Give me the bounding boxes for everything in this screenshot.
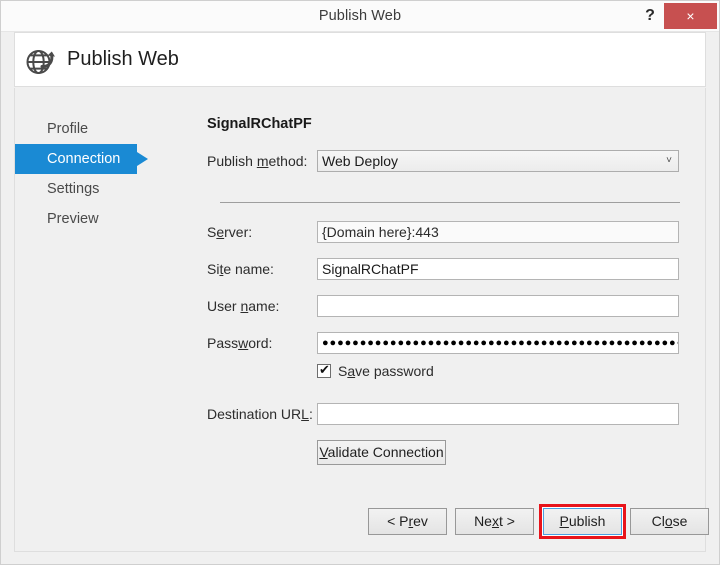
section-divider — [220, 202, 680, 203]
checkbox-box: ✔ — [317, 362, 331, 378]
dialog-footer: < Prev Next > Publish Close — [15, 504, 709, 539]
connection-form: SignalRChatPF Publish method: Web Deploy… — [207, 88, 707, 552]
server-label: Server: — [207, 221, 252, 243]
header-title: Publish Web — [67, 48, 179, 70]
label-part: t > — [498, 513, 515, 529]
user-name-label: User name: — [207, 295, 279, 317]
globe-publish-icon — [23, 43, 59, 79]
project-name-heading: SignalRChatPF — [207, 116, 312, 132]
wizard-sidebar: Profile Connection Settings Preview — [15, 114, 175, 234]
label-part: S — [338, 363, 348, 379]
label-part: ve password — [355, 363, 434, 379]
window-title: Publish Web — [318, 8, 402, 24]
label-part: ublish — [568, 513, 606, 529]
label-part: Si — [207, 261, 220, 277]
prev-button[interactable]: < Prev — [368, 508, 447, 535]
label-part: S — [207, 224, 217, 240]
publish-method-value: Web Deploy — [322, 153, 399, 169]
publish-button[interactable]: Publish — [542, 507, 623, 536]
sidebar-item-profile[interactable]: Profile — [15, 114, 175, 144]
check-icon: ✔ — [319, 362, 330, 377]
label-part: Publish — [207, 153, 257, 169]
label-part: alidate Connection — [327, 444, 444, 460]
label-part: e name: — [223, 261, 274, 277]
label-part: Pass — [207, 335, 239, 351]
password-input[interactable]: ●●●●●●●●●●●●●●●●●●●●●●●●●●●●●●●●●●●●●●●●… — [317, 332, 679, 354]
label-part: se — [672, 513, 688, 529]
label-part: ethod: — [268, 153, 308, 169]
validate-connection-button[interactable]: Validate Connection — [317, 440, 446, 465]
label-accelerator: P — [559, 513, 569, 529]
close-icon[interactable]: × — [664, 3, 717, 29]
user-name-input[interactable] — [317, 295, 679, 317]
close-button[interactable]: Close — [630, 508, 709, 535]
publish-method-label: Publish method: — [207, 150, 307, 172]
title-bar: Publish Web ? × — [1, 1, 719, 32]
destination-url-label: Destination URL: — [207, 403, 313, 425]
site-name-input[interactable]: SignalRChatPF — [317, 258, 679, 280]
label-accelerator: L — [301, 406, 309, 422]
label-part: Ne — [474, 513, 492, 529]
publish-method-dropdown[interactable]: Web Deploy ˅ — [317, 150, 679, 172]
label-accelerator: m — [256, 153, 269, 169]
dialog-content: Profile Connection Settings Preview Sign… — [14, 88, 709, 552]
label-accelerator: a — [347, 363, 356, 379]
label-part: ame: — [248, 298, 280, 314]
label-part: rver: — [224, 224, 253, 240]
site-name-label: Site name: — [207, 258, 274, 280]
label-accelerator: x — [491, 513, 499, 529]
sidebar-item-settings[interactable]: Settings — [15, 174, 175, 204]
label-part: Destination UR — [207, 406, 302, 422]
label-part: User — [207, 298, 241, 314]
dialog-header: Publish Web — [14, 32, 706, 87]
label-accelerator: V — [319, 444, 328, 460]
sidebar-item-label: Connection — [47, 151, 121, 167]
sidebar-item-preview[interactable]: Preview — [15, 204, 175, 234]
label-part: < P — [387, 513, 409, 529]
label-part: : — [308, 406, 313, 422]
sidebar-item-label: Settings — [47, 181, 100, 197]
publish-web-dialog: Publish Web ? × Publish Web Profile Conn… — [0, 0, 720, 565]
label-part: ord: — [248, 335, 273, 351]
password-label: Password: — [207, 332, 272, 354]
chevron-down-icon: ˅ — [666, 155, 672, 166]
destination-url-input[interactable] — [317, 403, 679, 425]
label-accelerator: e — [216, 224, 225, 240]
sidebar-item-label: Preview — [47, 211, 99, 227]
help-icon[interactable]: ? — [637, 1, 663, 31]
label-part: ev — [413, 513, 428, 529]
next-button[interactable]: Next > — [455, 508, 534, 535]
sidebar-item-label: Profile — [47, 121, 89, 137]
label-accelerator: w — [238, 335, 249, 351]
server-input[interactable]: {Domain here}:443 — [317, 221, 679, 243]
sidebar-item-connection[interactable]: Connection — [15, 144, 148, 174]
label-part: Cl — [651, 513, 665, 529]
label-accelerator: o — [664, 513, 673, 529]
save-password-label: Save password — [338, 363, 434, 381]
